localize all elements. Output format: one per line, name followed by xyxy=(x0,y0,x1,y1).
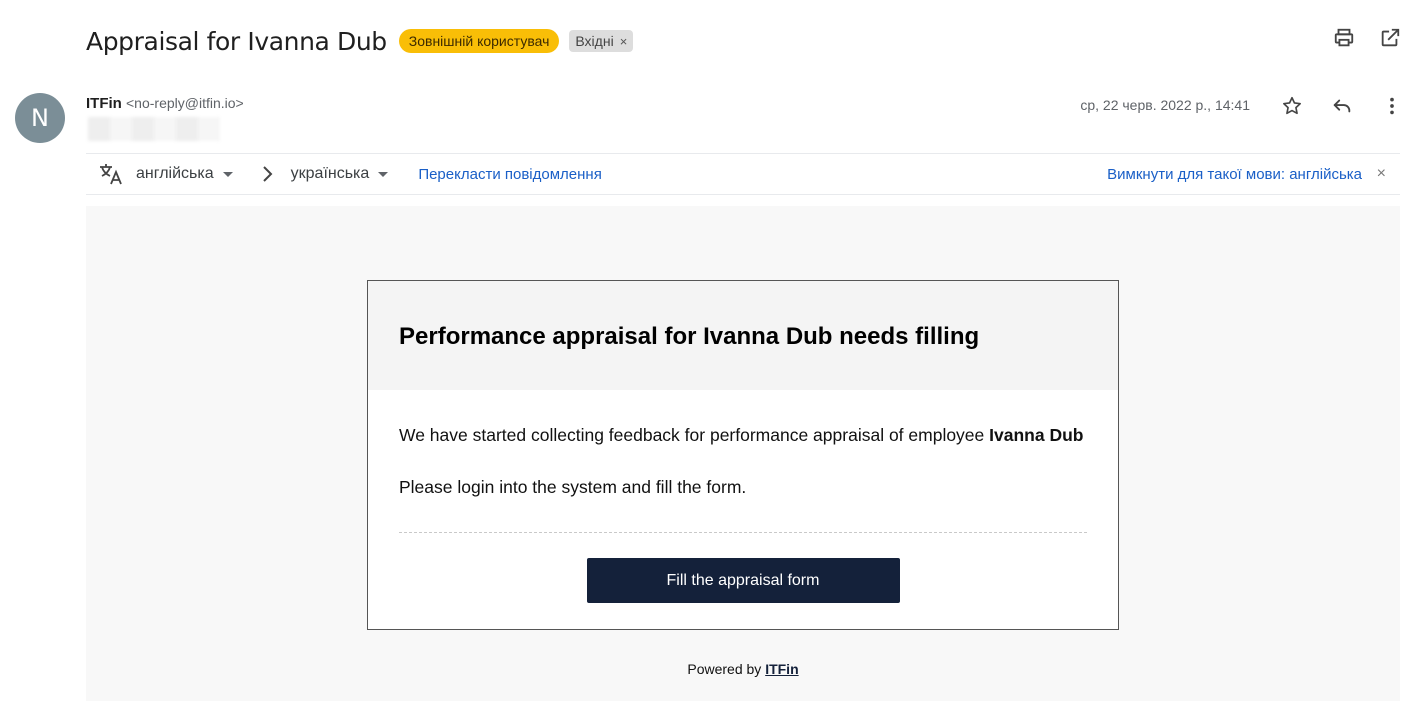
remove-label-icon[interactable]: × xyxy=(620,34,628,49)
email-card-header: Performance appraisal for Ivanna Dub nee… xyxy=(368,281,1118,390)
employee-name: Ivanna Dub xyxy=(989,425,1084,445)
itfin-link[interactable]: ITFin xyxy=(765,661,798,677)
source-language-select[interactable]: англійська xyxy=(136,165,233,183)
printer-icon[interactable] xyxy=(1332,26,1356,50)
sender-email: <no-reply@itfin.io> xyxy=(126,95,244,111)
email-paragraph-1: We have started collecting feedback for … xyxy=(399,424,1087,446)
dropdown-arrow-icon xyxy=(222,171,233,177)
chevron-right-icon xyxy=(261,164,275,184)
email-date: ср, 22 черв. 2022 р., 14:41 xyxy=(1080,97,1250,113)
dashed-divider xyxy=(399,532,1087,533)
disable-translation-link[interactable]: Вимкнути для такої мови: англійська xyxy=(1107,166,1362,183)
external-user-label[interactable]: Зовнішній користувач xyxy=(398,29,560,53)
translate-icon xyxy=(98,162,124,186)
target-language-select[interactable]: українська xyxy=(291,165,389,183)
subject-row: Appraisal for Ivanna Dub Зовнішній корис… xyxy=(86,22,634,60)
message-actions xyxy=(1280,94,1404,118)
email-subject: Appraisal for Ivanna Dub xyxy=(86,26,387,56)
recipient-redacted xyxy=(88,117,220,141)
translate-bar: англійська українська Перекласти повідом… xyxy=(86,153,1400,195)
more-vert-icon[interactable] xyxy=(1380,94,1404,118)
email-card: Performance appraisal for Ivanna Dub nee… xyxy=(367,280,1119,630)
email-paragraph-2: Please login into the system and fill th… xyxy=(399,477,747,497)
target-language-label: українська xyxy=(290,165,370,182)
open-in-new-window-icon[interactable] xyxy=(1378,26,1402,50)
subject-actions xyxy=(1332,26,1402,50)
powered-by-text: Powered by xyxy=(687,661,766,677)
sender-name[interactable]: ITFin xyxy=(86,95,122,112)
reply-icon[interactable] xyxy=(1330,94,1354,118)
sender-avatar[interactable]: N xyxy=(15,93,65,143)
paragraph-1-text: We have started collecting feedback for … xyxy=(399,425,990,445)
email-card-body: We have started collecting feedback for … xyxy=(368,390,1118,603)
star-icon[interactable] xyxy=(1280,94,1304,118)
sender-info: ITFin <no-reply@itfin.io> xyxy=(86,95,244,112)
dropdown-arrow-icon xyxy=(378,171,389,177)
email-body: Performance appraisal for Ivanna Dub nee… xyxy=(86,206,1400,701)
fill-appraisal-form-button[interactable]: Fill the appraisal form xyxy=(586,558,900,603)
email-heading: Performance appraisal for Ivanna Dub nee… xyxy=(399,322,980,350)
close-translate-bar-icon[interactable]: × xyxy=(1377,165,1386,183)
translate-message-link[interactable]: Перекласти повідомлення xyxy=(418,166,602,183)
inbox-label-text: Вхідні xyxy=(575,33,614,49)
inbox-label[interactable]: Вхідні × xyxy=(569,30,634,52)
powered-by-footer: Powered by ITFin xyxy=(86,661,1400,677)
source-language-label: англійська xyxy=(136,165,214,182)
